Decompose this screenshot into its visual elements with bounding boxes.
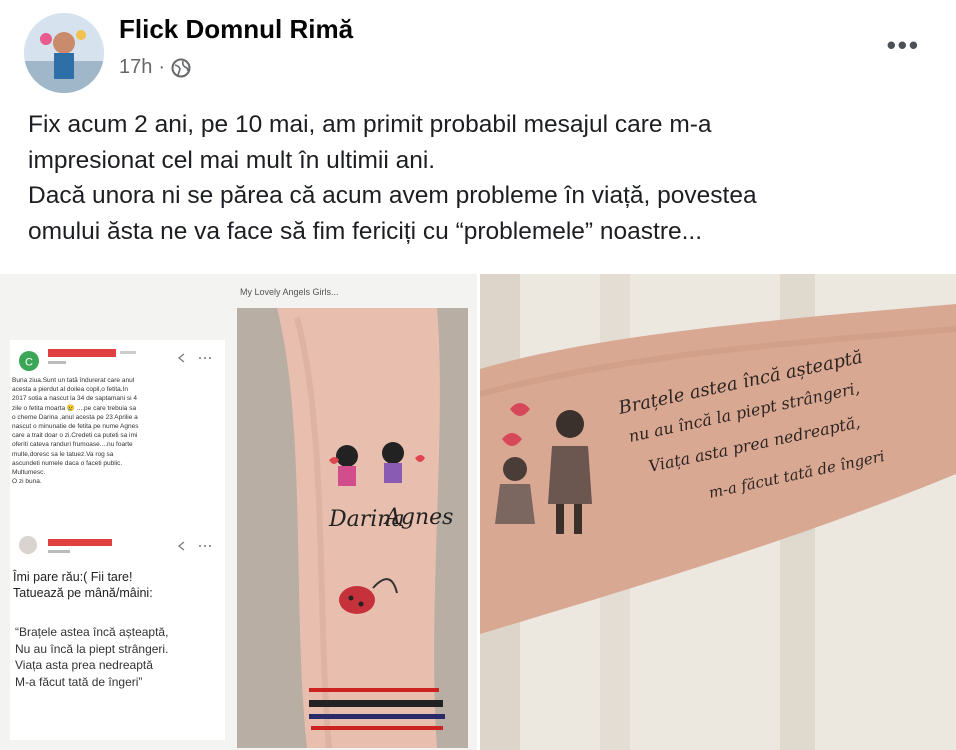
message-line: ascundeti numele daca o faceti public. [12, 459, 123, 467]
reply-line: Îmi pare rău:( Fii tare! [13, 570, 133, 584]
quote-text: “Brațele astea încă așteaptă, Nu au încă… [15, 624, 225, 690]
globe-icon [171, 58, 191, 77]
tattoo-photo-right[interactable]: Brațele astea încă așteaptă nu au încă l… [480, 274, 956, 750]
quote-line: M-a făcut tată de îngeri” [15, 674, 143, 689]
message-line: nascut o minunatie de fetita pe nume Agn… [12, 423, 139, 431]
message-line: Multumesc. [12, 469, 46, 477]
message-line: acesta a pierdut al doilea copil,o fetit… [12, 386, 128, 394]
quote-line: Viața asta prea nedreaptă [15, 658, 153, 672]
quote-line: Nu au încă la piept strângeri. [15, 641, 169, 656]
post-time[interactable]: 17h [119, 56, 152, 79]
message-line: multe,doresc sa le tatuez.Va rog sa [12, 450, 114, 458]
more-options-button[interactable]: ••• [887, 30, 920, 61]
message-line: care a trait doar o zi.Credeti ca puteti… [12, 432, 138, 440]
tattoo-arm-art: Darina Agnes [237, 308, 468, 748]
post-text-line: Fix acum 2 ani, pe 10 mai, am primit pro… [28, 111, 712, 138]
tattoo-name-agnes: Agnes [383, 505, 453, 530]
message-line: 2017 sotia a nascut la 34 de saptamani s… [12, 395, 138, 403]
author-avatar[interactable] [24, 13, 104, 93]
message-line: zile o fetita moarta 😢 ....pe care trebu… [12, 404, 137, 412]
tattoo-arm-art-right: Brațele astea încă așteaptă nu au încă l… [480, 274, 956, 750]
post-text-line: impresionat cel mai mult în ultimii ani. [28, 146, 436, 174]
message-line: Buna ziua.Sunt un tată îndurerat care an… [12, 377, 135, 384]
message-line: o cheme Darina ,anul acesta pe 23 Aprili… [12, 413, 138, 421]
post-text: Fix acum 2 ani, pe 10 mai, am primit pro… [28, 107, 928, 249]
post-text-line: Dacă unora ni se părea că acum avem prob… [28, 182, 757, 209]
message-line: oferiti cateva randuri frumoase....nu fo… [12, 441, 133, 449]
reply-text: Îmi pare rău:( Fii tare! Tatuează pe mân… [13, 569, 223, 601]
quote-line: “Brațele astea încă așteaptă, [15, 625, 169, 639]
instagram-caption: My Lovely Angels Girls... [240, 287, 339, 297]
reply-line: Tatuează pe mână/mâini: [13, 586, 153, 600]
post-meta: 17h · [119, 56, 191, 79]
message-text: Buna ziua.Sunt un tată îndurerat care an… [12, 376, 220, 486]
avatar-letter: C [25, 357, 33, 369]
author-name[interactable]: Flick Domnul Rimă [119, 14, 353, 45]
avatar-image [24, 13, 104, 93]
message-line: O zi buna. [12, 478, 42, 486]
tattoo-photo-left: Darina Agnes [237, 308, 468, 748]
post-text-line: omului ăsta ne va face să fim fericiți c… [28, 217, 703, 245]
